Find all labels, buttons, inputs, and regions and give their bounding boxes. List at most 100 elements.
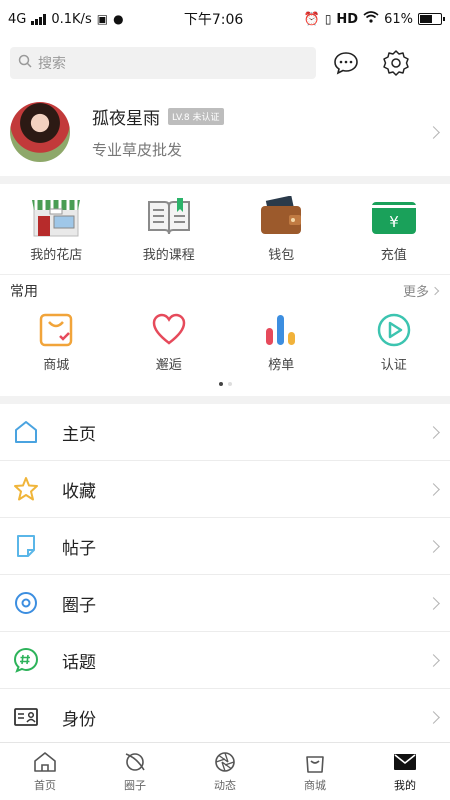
grid-label: 认证 (380, 357, 407, 373)
battery-percent: 61% (384, 11, 413, 27)
flower-shop-icon (32, 199, 81, 236)
status-right: ⏰ ▯ HD 61% (304, 11, 445, 27)
wallet-icon (261, 195, 302, 234)
tab-mine[interactable]: 我的 (360, 743, 450, 800)
profile-subtitle: 专业草皮批发 (92, 141, 183, 159)
menu-list: 主页 收藏 帖子 圈子 话题 身份 (0, 404, 450, 746)
grid-item-my-course[interactable]: 我的课程 (113, 196, 226, 263)
chevron-right-icon (427, 425, 440, 439)
chat-bubble-icon (334, 52, 358, 75)
orbit-tab-icon (125, 753, 145, 771)
top-bar: 搜索 (0, 38, 450, 88)
common-item-encounter[interactable]: 邂逅 (113, 312, 226, 373)
bottom-tab-bar: 首页 圈子 动态 商城 我的 (0, 742, 450, 800)
common-item-ranking[interactable]: 榜单 (225, 312, 338, 373)
menu-item-favorites[interactable]: 收藏 (0, 461, 450, 518)
status-left: 4G 0.1K/s ▣ ● (8, 12, 124, 27)
search-icon (18, 54, 32, 72)
chevron-right-icon (427, 125, 440, 139)
page-dot-active (218, 382, 223, 386)
grid-label: 我的课程 (142, 247, 195, 263)
grid-label: 我的花店 (30, 247, 83, 263)
circle-icon (12, 589, 40, 617)
menu-item-posts[interactable]: 帖子 (0, 518, 450, 575)
tab-mall[interactable]: 商城 (270, 743, 360, 800)
chevron-right-icon (427, 653, 440, 667)
menu-item-home[interactable]: 主页 (0, 404, 450, 461)
grid-label: 榜单 (268, 357, 295, 373)
chevron-right-icon (427, 539, 440, 553)
search-placeholder: 搜索 (38, 56, 66, 72)
home-tab-icon (34, 752, 56, 772)
tab-home[interactable]: 首页 (0, 743, 90, 800)
tab-label: 首页 (34, 779, 56, 792)
chevron-right-icon (427, 482, 440, 496)
menu-item-identity[interactable]: 身份 (0, 689, 450, 746)
gear-icon (383, 50, 409, 76)
common-grid: 商城 邂逅 榜单 认证 (0, 306, 450, 378)
wifi-icon (363, 11, 379, 27)
star-icon (12, 475, 40, 503)
status-bar: 4G 0.1K/s ▣ ● 下午7:06 ⏰ ▯ HD 61% (0, 0, 450, 38)
message-button[interactable] (326, 43, 366, 83)
recharge-icon: ¥ (371, 201, 416, 234)
menu-label: 收藏 (62, 481, 96, 502)
grid-item-wallet[interactable]: 钱包 (225, 195, 338, 263)
play-circle-icon (377, 313, 410, 346)
page-dot (227, 382, 232, 386)
tab-circles[interactable]: 圈子 (90, 743, 180, 800)
menu-label: 圈子 (62, 595, 96, 616)
section-title: 常用 (10, 283, 38, 300)
clock: 下午7:06 (183, 12, 244, 28)
heart-icon (152, 313, 186, 345)
bag-tab-icon (306, 756, 324, 773)
tab-label: 商城 (304, 779, 326, 792)
settings-button[interactable] (376, 43, 416, 83)
hd-label: HD (336, 11, 359, 27)
tab-label: 圈子 (124, 779, 146, 792)
id-card-icon (12, 703, 40, 731)
menu-item-topics[interactable]: 话题 (0, 632, 450, 689)
app-notification-icon: ● (113, 12, 124, 26)
chevron-right-icon (430, 286, 440, 295)
notification-icon: ▣ (96, 12, 109, 26)
chevron-right-icon (427, 596, 440, 610)
tab-label: 动态 (214, 779, 236, 792)
post-icon (12, 532, 40, 560)
common-item-certify[interactable]: 认证 (338, 312, 450, 373)
profile-name-row: 孤夜星雨 LV.8 未认证 (92, 104, 429, 129)
course-book-icon (147, 197, 190, 234)
quick-grid: 我的花店 我的课程 钱包 ¥ 充值 (0, 184, 450, 274)
avatar[interactable] (10, 102, 70, 162)
common-item-mall[interactable]: 商城 (0, 312, 113, 373)
profile-info: 孤夜星雨 LV.8 未认证 专业草皮批发 (92, 104, 429, 160)
grid-label: 商城 (43, 357, 70, 373)
page-indicator (0, 378, 450, 390)
grid-item-flower-shop[interactable]: 我的花店 (0, 196, 113, 263)
vibrate-icon: ▯ (324, 12, 332, 26)
profile-card[interactable]: 孤夜星雨 LV.8 未认证 专业草皮批发 (0, 88, 450, 176)
network-speed: 0.1K/s (51, 11, 92, 27)
section-divider (0, 176, 450, 184)
search-input[interactable]: 搜索 (10, 47, 316, 79)
menu-item-circles[interactable]: 圈子 (0, 575, 450, 632)
mail-tab-icon (394, 754, 416, 770)
shopping-bag-icon (40, 313, 73, 346)
grid-item-recharge[interactable]: ¥ 充值 (338, 196, 450, 263)
menu-label: 主页 (62, 424, 96, 445)
menu-label: 话题 (62, 652, 96, 673)
more-label: 更多 (402, 285, 429, 300)
level-badge: LV.8 未认证 (168, 108, 224, 125)
grid-label: 充值 (380, 247, 407, 263)
grid-label: 钱包 (268, 247, 295, 263)
signal-icon (31, 13, 47, 25)
aperture-tab-icon (215, 752, 235, 772)
menu-label: 帖子 (62, 538, 96, 559)
more-link[interactable]: 更多 (402, 281, 440, 300)
chevron-right-icon (427, 710, 440, 724)
recharge-symbol: ¥ (389, 213, 399, 231)
profile-name: 孤夜星雨 (92, 109, 160, 129)
ranking-bars-icon (266, 314, 296, 345)
tab-feed[interactable]: 动态 (180, 743, 270, 800)
battery-icon (418, 13, 445, 25)
